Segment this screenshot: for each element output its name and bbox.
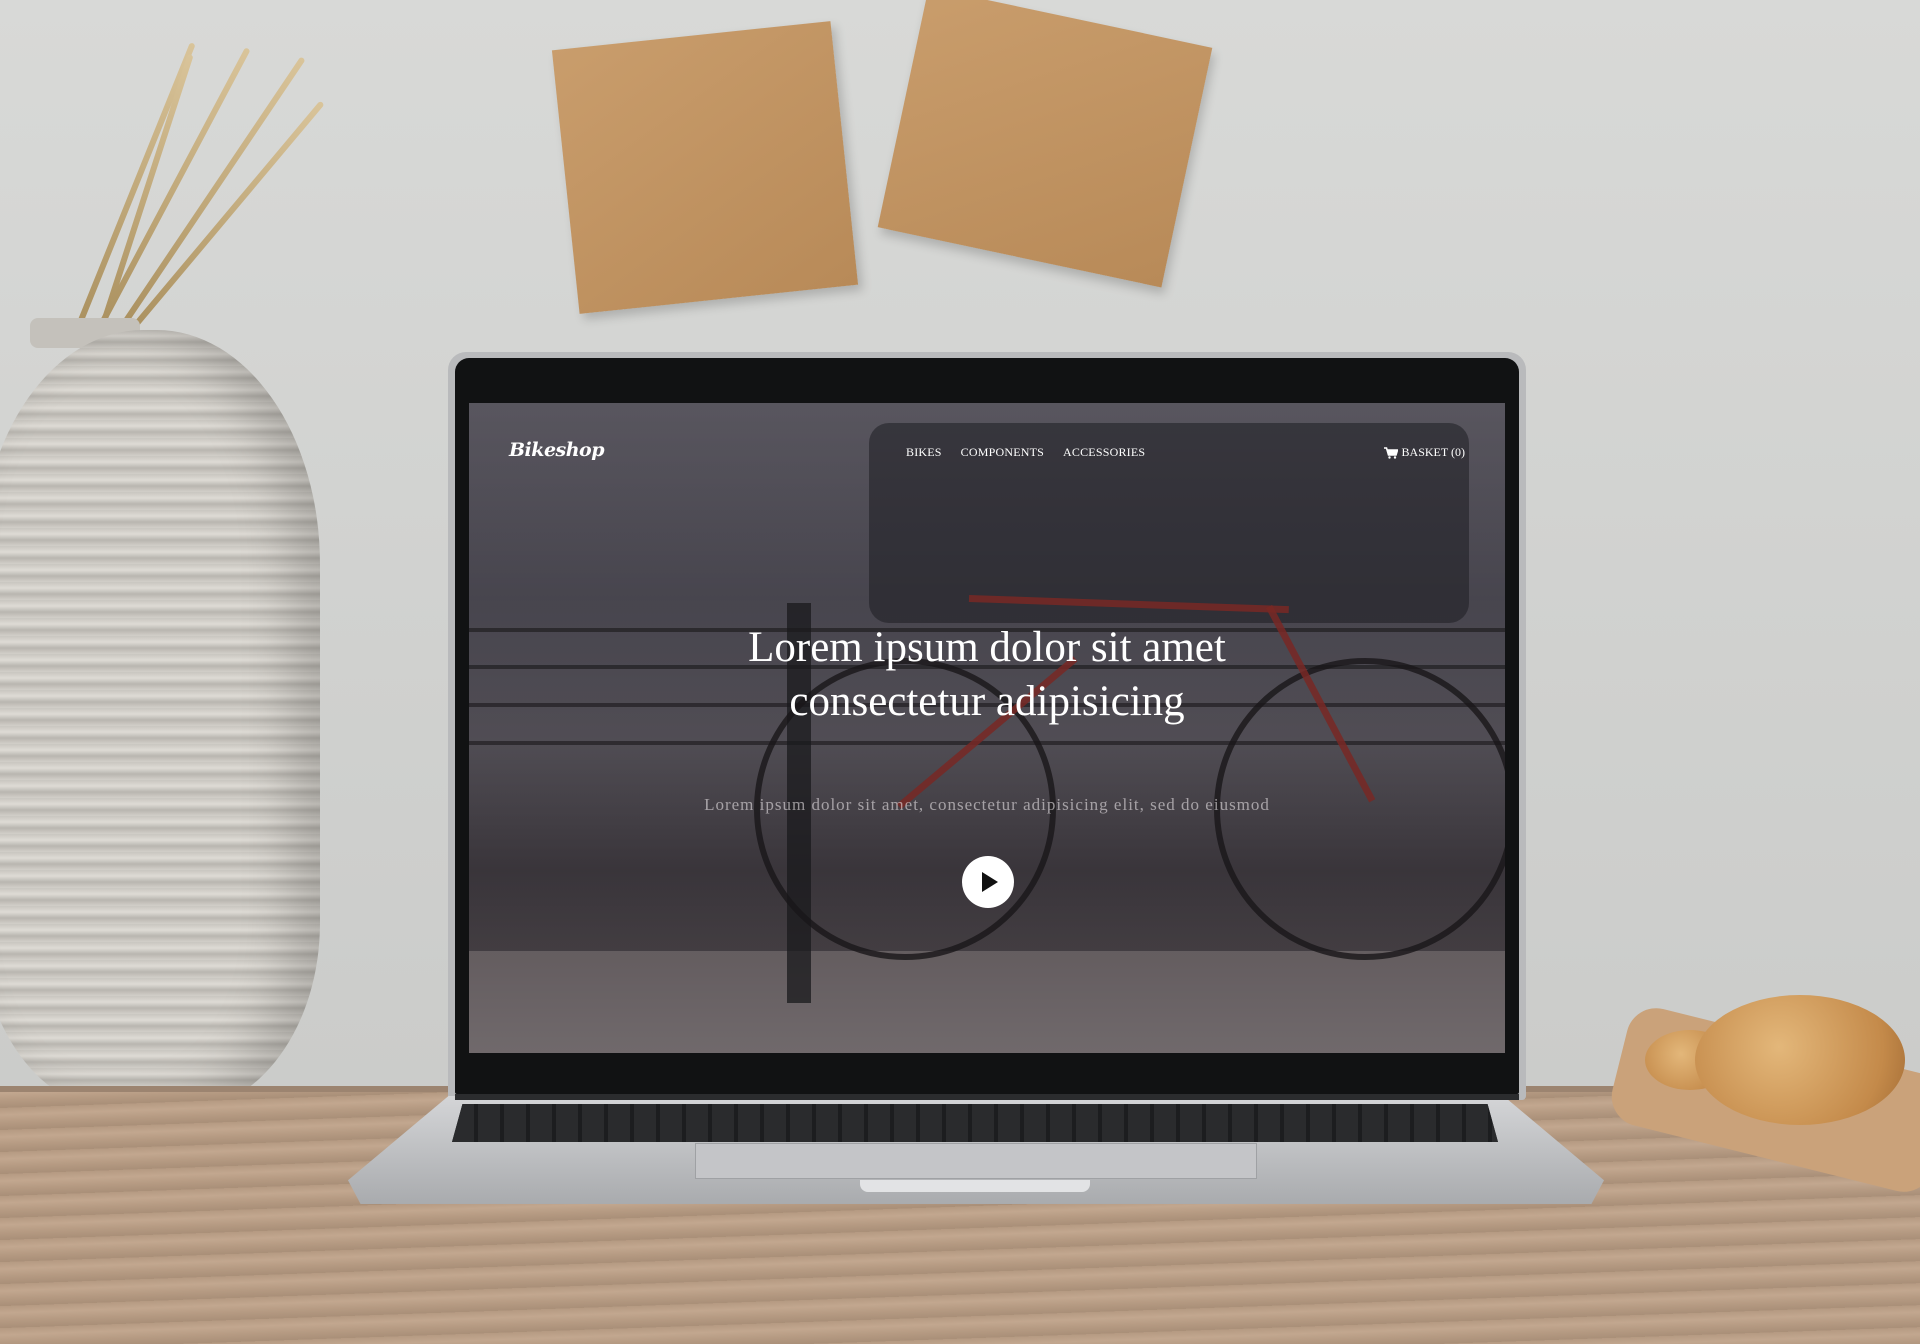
play-icon xyxy=(982,872,998,892)
hero-subline: Lorem ipsum dolor sit amet, consectetur … xyxy=(704,795,1270,814)
hero-headline-line2: consectetur adipisicing xyxy=(789,678,1185,725)
nav-item-accessories[interactable]: ACCESSORIES xyxy=(1063,445,1145,460)
vase xyxy=(0,330,320,1110)
nav-item-bikes[interactable]: BIKES xyxy=(906,445,942,460)
laptop-keyboard xyxy=(452,1104,1498,1142)
basket-label: BASKET (0) xyxy=(1401,445,1465,459)
basket-link[interactable]: BASKET (0) xyxy=(1383,445,1465,460)
cookie xyxy=(1695,995,1905,1125)
nav-item-components[interactable]: COMPONENTS xyxy=(961,445,1044,460)
laptop-screen: Bikeshop BIKES COMPONENTS ACCESSORIES BA… xyxy=(469,403,1505,1053)
main-nav: BIKES COMPONENTS ACCESSORIES xyxy=(906,445,1145,460)
hero-headline-line1: Lorem ipsum dolor sit amet xyxy=(748,624,1226,671)
scene-background: Bikeshop BIKES COMPONENTS ACCESSORIES BA… xyxy=(0,0,1920,1344)
cart-icon xyxy=(1383,446,1398,459)
hero-road xyxy=(469,951,1505,1053)
laptop-notch xyxy=(860,1180,1090,1192)
laptop-hinge xyxy=(455,1094,1519,1100)
play-button[interactable] xyxy=(962,856,1014,908)
sticky-note xyxy=(551,21,859,314)
site-logo[interactable]: Bikeshop xyxy=(509,439,605,461)
sticky-note xyxy=(877,0,1213,288)
laptop-trackpad xyxy=(695,1143,1257,1179)
hero-headline: Lorem ipsum dolor sit amet consectetur a… xyxy=(469,621,1505,729)
